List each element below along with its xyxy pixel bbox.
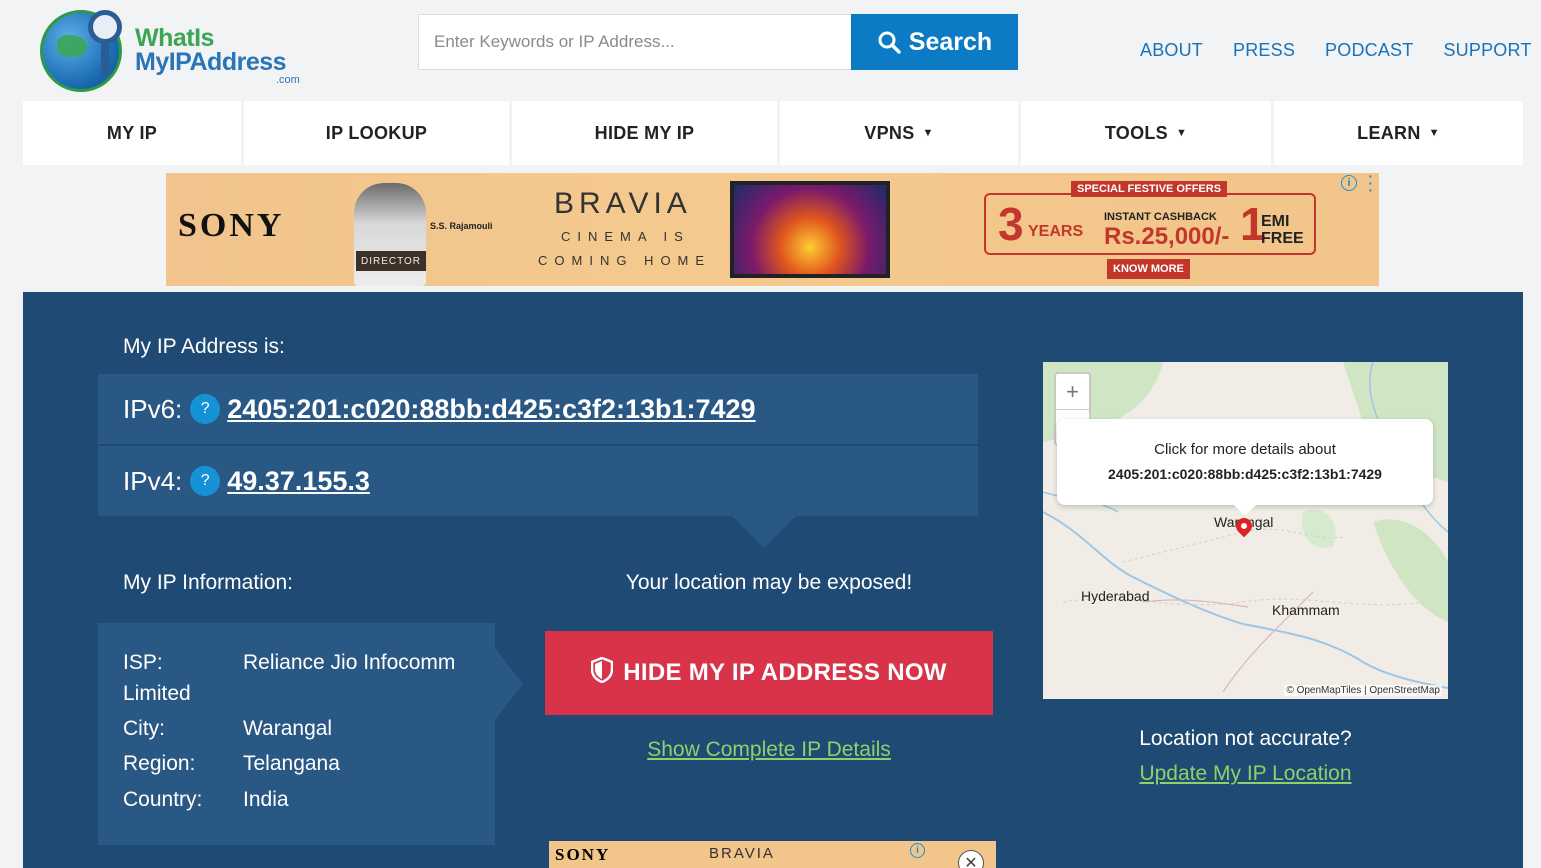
ad-info-icon[interactable]: i (1341, 175, 1357, 191)
ad-emi-text: EMI FREE (1261, 213, 1304, 247)
ipv4-row: IPv4: ? 49.37.155.3 (98, 446, 978, 516)
bottom-ad-banner[interactable]: SONY BRAVIA i ✕ (549, 841, 996, 868)
ad-banner[interactable]: SONY DIRECTOR S.S. Rajamouli BRAVIA CINE… (166, 173, 1379, 286)
nav-tab-learn[interactable]: LEARN ▼ (1274, 101, 1523, 165)
update-location-link[interactable]: Update My IP Location (1043, 762, 1448, 786)
ad-emi-line2: FREE (1261, 230, 1304, 247)
nav-tab-label: IP LOOKUP (325, 122, 428, 143)
nav-tab-vpns[interactable]: VPNS ▼ (780, 101, 1018, 165)
popup-ip: 2405:201:c020:88bb:d425:c3f2:13b1:7429 (1108, 466, 1382, 482)
magnifier-icon (88, 10, 122, 75)
info-heading: My IP Information: (123, 571, 294, 594)
nav-about-link[interactable]: ABOUT (1140, 40, 1203, 61)
nav-tab-label: HIDE MY IP (594, 122, 695, 143)
nav-tab-ip-lookup[interactable]: IP LOOKUP (244, 101, 509, 165)
ad-product: BRAVIA (554, 187, 692, 220)
ad-emi-line1: EMI (1261, 213, 1290, 230)
isp-label: ISP: (123, 651, 163, 674)
main-nav: MY IP IP LOOKUP HIDE MY IP VPNS ▼ TOOLS ▼ … (23, 101, 1523, 165)
nav-podcast-link[interactable]: PODCAST (1325, 40, 1413, 61)
ad-warranty-text: YEARS (1028, 223, 1084, 240)
ad-menu-icon[interactable]: · · · (1368, 173, 1373, 197)
caret-down-icon: ▼ (922, 127, 934, 139)
ad2-brand: SONY (555, 845, 611, 864)
ip-heading: My IP Address is: (123, 335, 285, 358)
close-icon[interactable]: ✕ (958, 850, 984, 868)
search-input[interactable] (419, 15, 851, 69)
ad-tv-image (730, 181, 890, 278)
search-button[interactable]: Search (851, 14, 1018, 70)
nav-tab-label: LEARN (1357, 122, 1421, 143)
map-label-khammam: Khammam (1272, 602, 1340, 618)
ad-warranty-number: 3 (998, 198, 1024, 250)
logo-text-myipaddress: MyIPAddress (135, 48, 287, 76)
ipv6-row: IPv6: ? 2405:201:c020:88bb:d425:c3f2:13b… (98, 374, 978, 444)
ad-know-more-button[interactable]: KNOW MORE (1107, 259, 1190, 279)
ip-panel: My IP Address is: IPv6: ? 2405:201:c020:… (23, 292, 1523, 868)
pointer-arrow (730, 514, 798, 548)
search-button-label: Search (908, 27, 993, 56)
ad-tagline-1: CINEMA IS (561, 229, 690, 244)
city-value: Warangal (243, 717, 333, 740)
location-map[interactable]: + − Click for more details about 2405:20… (1043, 362, 1448, 699)
hide-my-ip-button[interactable]: HIDE MY IP ADDRESS NOW (545, 631, 993, 715)
region-value: Telangana (243, 752, 340, 775)
nav-tab-label: MY IP (106, 122, 158, 143)
ipv6-address-link[interactable]: 2405:201:c020:88bb:d425:c3f2:13b1:7429 (227, 394, 755, 425)
map-popup[interactable]: Click for more details about 2405:201:c0… (1057, 419, 1433, 516)
ipv4-label: IPv4: (123, 465, 183, 496)
ip-info-box: ISP: Reliance Jio Infocomm Limited City:… (98, 623, 495, 845)
shield-icon (590, 656, 614, 690)
isp-value-cont: Limited (123, 682, 191, 705)
map-label-hyderabad: Hyderabad (1081, 588, 1150, 604)
zoom-in-button[interactable]: + (1056, 374, 1089, 409)
nav-support-link[interactable]: SUPPORT (1443, 40, 1531, 61)
ad-chair-label: DIRECTOR (356, 251, 426, 271)
ad-cashback-label: INSTANT CASHBACK (1104, 211, 1217, 223)
info-pointer-arrow (495, 648, 523, 720)
help-icon[interactable]: ? (190, 466, 221, 496)
ad2-info-icon[interactable]: i (910, 843, 925, 858)
city-label: City: (123, 717, 165, 740)
nav-tab-hide-my-ip[interactable]: HIDE MY IP (512, 101, 777, 165)
location-question: Location not accurate? (1139, 727, 1352, 750)
caret-down-icon: ▼ (1428, 127, 1440, 139)
ad-brand: SONY (178, 207, 285, 244)
nav-press-link[interactable]: PRESS (1233, 40, 1295, 61)
help-icon[interactable]: ? (190, 394, 221, 424)
ad2-product: BRAVIA (709, 845, 775, 862)
hide-my-ip-button-label: HIDE MY IP ADDRESS NOW (623, 659, 947, 686)
site-logo[interactable]: WhatIs MyIPAddress .com (40, 8, 310, 94)
region-label: Region: (123, 752, 196, 775)
show-ip-details-link[interactable]: Show Complete IP Details (545, 738, 993, 762)
ad-tagline-2: COMING HOME (538, 253, 712, 268)
nav-tab-label: VPNS (864, 122, 915, 143)
ad-person-name: S.S. Rajamouli (430, 221, 493, 231)
logo-text-com: .com (276, 74, 300, 86)
caret-down-icon: ▼ (1176, 127, 1188, 139)
search-icon (877, 30, 901, 54)
nav-tab-label: TOOLS (1104, 122, 1168, 143)
country-value: India (243, 788, 289, 811)
nav-tab-tools[interactable]: TOOLS ▼ (1021, 101, 1271, 165)
nav-tab-my-ip[interactable]: MY IP (23, 101, 241, 165)
exposure-message: Your location may be exposed! (625, 571, 913, 594)
ad-offer-header: SPECIAL FESTIVE OFFERS (1071, 181, 1228, 197)
country-label: Country: (123, 788, 203, 811)
top-nav: ABOUT PRESS PODCAST SUPPORT (1140, 40, 1532, 61)
map-attribution[interactable]: © OpenMapTiles | OpenStreetMap (1284, 685, 1442, 696)
search-box (418, 14, 851, 70)
ad-cashback-amount: Rs.25,000/- (1104, 223, 1230, 250)
isp-value: Reliance Jio Infocomm (243, 651, 456, 674)
ipv4-address-link[interactable]: 49.37.155.3 (227, 466, 370, 497)
popup-text: Click for more details about (1154, 441, 1336, 458)
ipv6-label: IPv6: (123, 393, 183, 424)
